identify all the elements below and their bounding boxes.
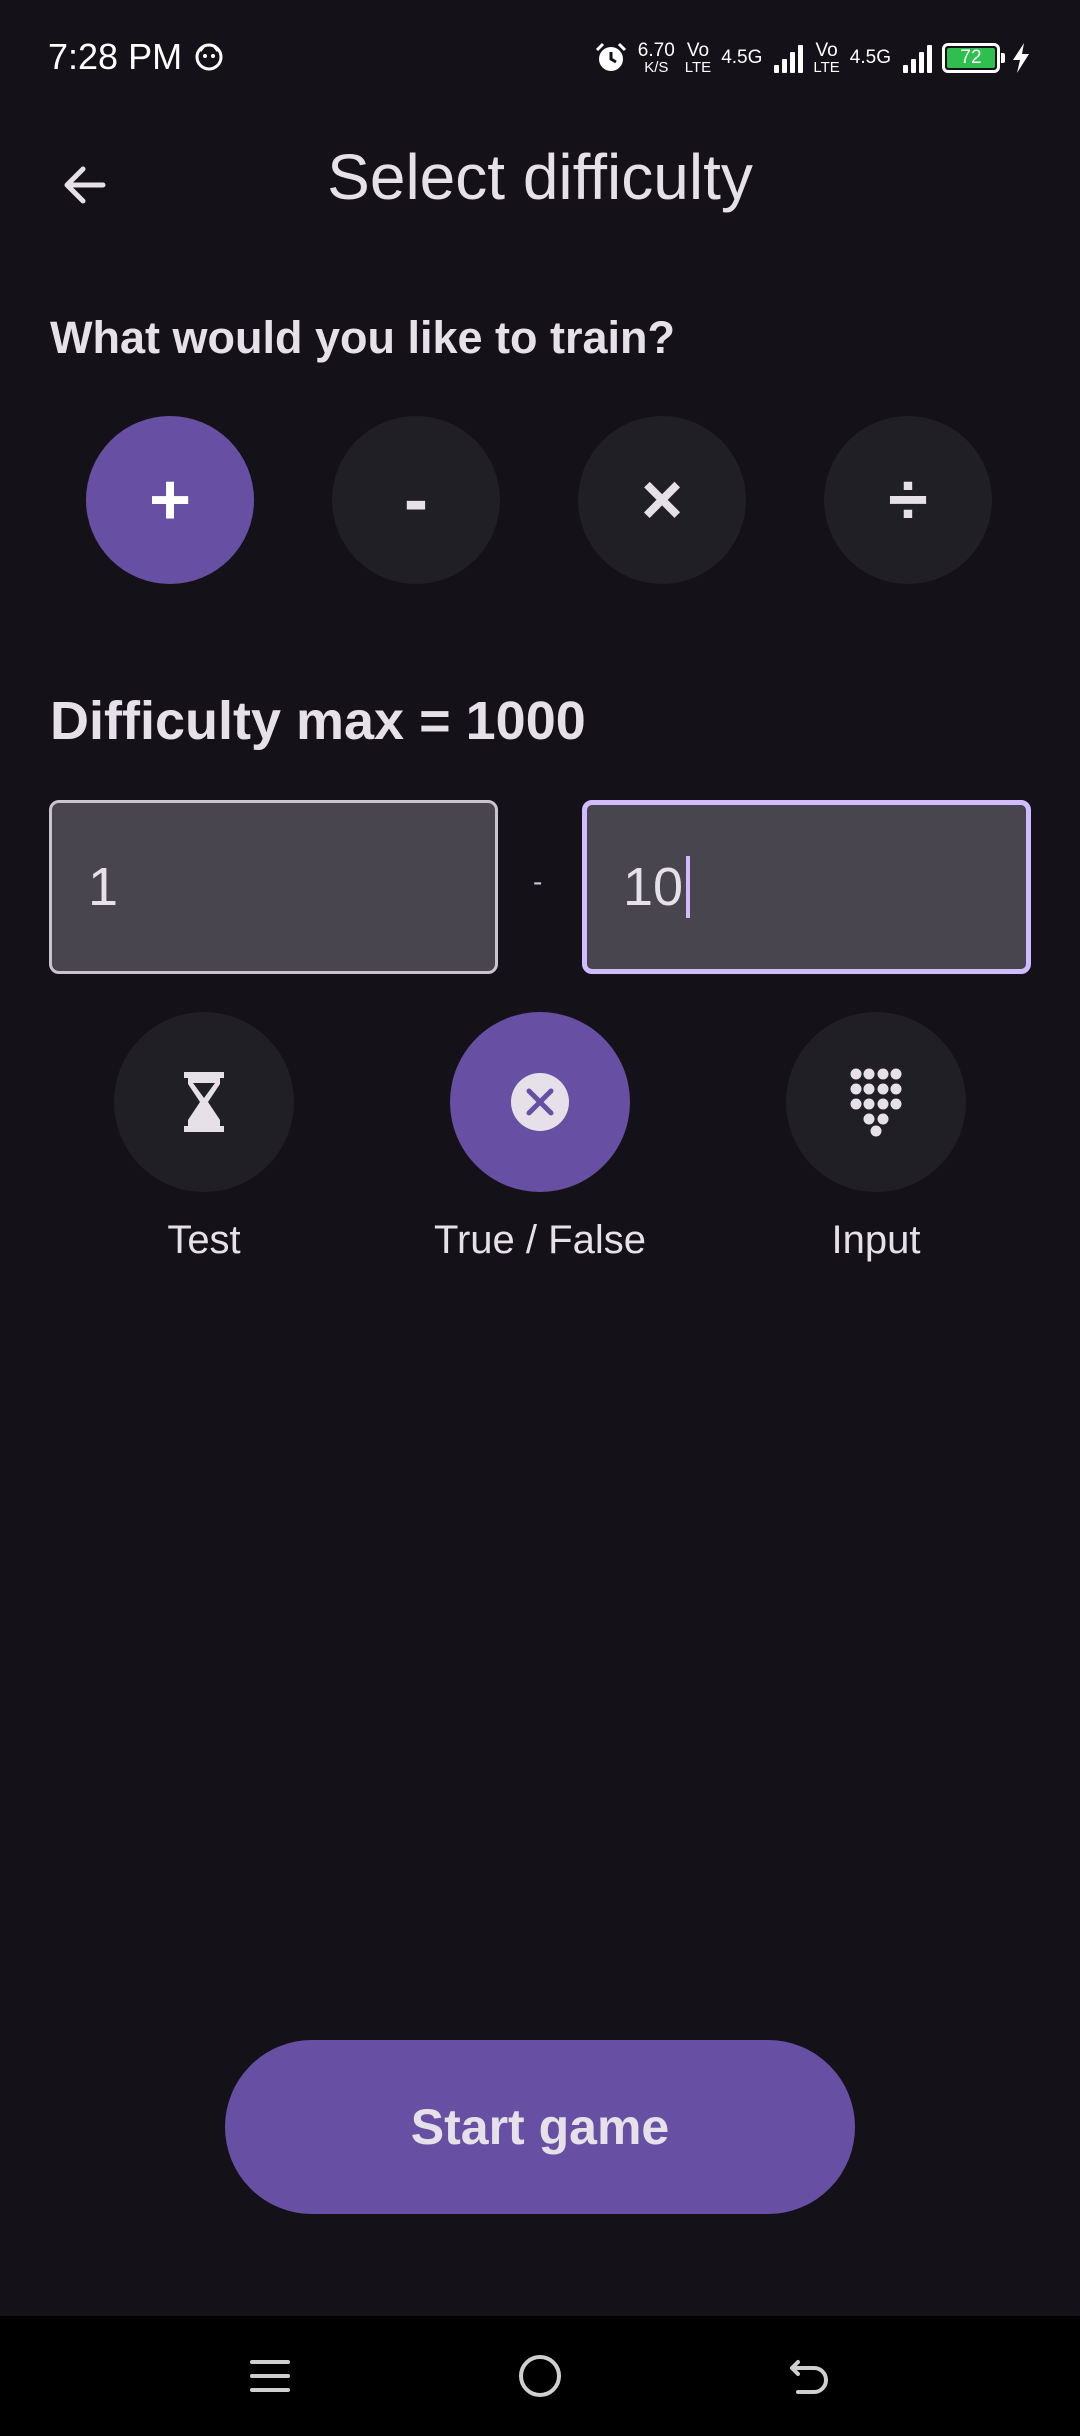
difficulty-heading: Difficulty max = 1000 (50, 691, 586, 751)
train-heading: What would you like to train? (50, 312, 675, 363)
battery-icon: 72 (942, 43, 1005, 73)
net-speed-unit: K/S (644, 59, 669, 76)
select-difficulty-screen: 7:28 PM 6.70 K/S Vo LTE 4.5G Vo LTE 4.5G… (0, 0, 1080, 2436)
mode-input-circle (786, 1012, 966, 1192)
net-speed-value: 6.70 (637, 40, 675, 61)
operation-subtract-button[interactable]: - (332, 416, 500, 584)
start-game-button[interactable]: Start game (225, 2040, 855, 2214)
text-cursor (686, 856, 691, 918)
divide-icon: ÷ (888, 460, 928, 540)
mode-test-circle (114, 1012, 294, 1192)
mode-test-label: Test (167, 1218, 241, 1262)
page-title: Select difficulty (327, 141, 753, 213)
status-indicators: 6.70 K/S Vo LTE 4.5G Vo LTE 4.5G 72 (594, 36, 1032, 80)
close-circle-icon (511, 1073, 569, 1131)
range-min-input[interactable]: 1 (49, 800, 498, 974)
nav-menu-button[interactable] (234, 2340, 306, 2412)
volte-top: Vo (815, 40, 838, 61)
mode-true-false-circle (450, 1012, 630, 1192)
mode-true-false-label: True / False (434, 1218, 646, 1262)
network-type-2: 4.5G (849, 47, 891, 68)
mode-input-option[interactable]: Input (756, 1012, 996, 1282)
operation-selector: + - × ÷ (0, 416, 1080, 586)
volte-bottom: LTE (684, 59, 712, 76)
range-max-value: 10 (623, 857, 684, 917)
range-min-value: 1 (88, 857, 119, 917)
mode-test-option[interactable]: Test (84, 1012, 324, 1282)
volte-indicator-2: Vo LTE (813, 41, 839, 75)
signal-icon (903, 43, 932, 73)
battery-level: 72 (947, 47, 995, 68)
volte-top: Vo (686, 40, 710, 61)
status-time: 7:28 PM (48, 36, 183, 77)
face-icon (195, 43, 223, 71)
range-separator: - (533, 866, 543, 897)
app-bar: Select difficulty (0, 118, 1080, 236)
volte-indicator-1: Vo LTE (685, 41, 711, 75)
back-icon (790, 2360, 828, 2394)
range-max-input[interactable]: 10 (582, 800, 1031, 974)
alarm-icon (595, 42, 626, 71)
operation-add-button[interactable]: + (86, 416, 254, 584)
menu-icon (250, 2360, 290, 2392)
operation-multiply-button[interactable]: × (578, 416, 746, 584)
system-nav-bar (0, 2316, 1080, 2436)
nav-home-button[interactable] (504, 2340, 576, 2412)
network-type-1: 4.5G (721, 47, 763, 68)
status-bar: 7:28 PM 6.70 K/S Vo LTE 4.5G Vo LTE 4.5G… (0, 0, 1080, 118)
mode-input-label: Input (831, 1218, 921, 1262)
nav-back-button[interactable] (774, 2340, 846, 2412)
plus-icon: + (148, 460, 192, 540)
hourglass-icon (184, 1072, 224, 1132)
multiply-icon: × (640, 460, 684, 540)
charging-bolt-icon (1013, 43, 1029, 73)
minus-icon: - (404, 460, 428, 540)
home-icon (519, 2355, 561, 2397)
dialpad-icon (850, 1068, 902, 1137)
operation-divide-button[interactable]: ÷ (824, 416, 992, 584)
net-speed: 6.70 K/S (638, 41, 675, 75)
volte-bottom: LTE (813, 59, 840, 76)
signal-icon (774, 43, 804, 73)
mode-true-false-option[interactable]: True / False (420, 1012, 660, 1282)
